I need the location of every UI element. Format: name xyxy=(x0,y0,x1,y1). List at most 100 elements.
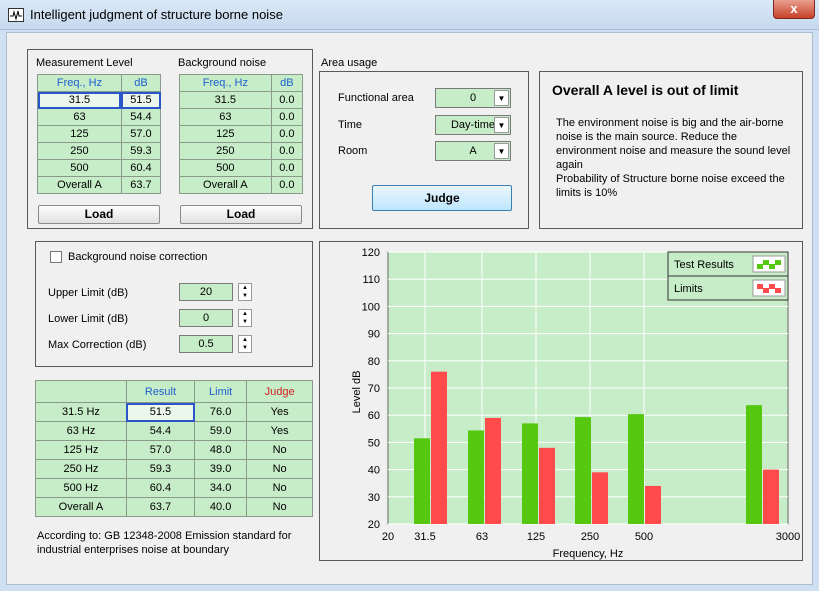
chart-panel: 20 30 40 50 60 70 80 90 100 110 120 20 31.5 63 125 250 5… xyxy=(319,241,803,561)
load-measurement-button[interactable]: Load xyxy=(38,205,160,224)
max-correction-input[interactable]: 0.5 ▲ ▼ xyxy=(179,335,252,353)
table-cell[interactable]: 63 Hz xyxy=(35,421,127,441)
measurement-table[interactable]: Freq., Hz dB 31.5 51.5 63 54.4 125 57.0 250 59.… xyxy=(37,74,162,194)
judge-button[interactable]: Judge xyxy=(372,185,512,211)
functional-area-select[interactable]: 0 ▼ xyxy=(435,88,511,108)
results-table[interactable]: Result Limit Judge 31.5 Hz 51.5 76.0 Yes 63 … xyxy=(35,380,313,517)
table-cell[interactable]: Overall A xyxy=(35,497,127,517)
time-select[interactable]: Day-time ▼ xyxy=(435,115,511,135)
table-cell[interactable]: No xyxy=(246,459,313,479)
window-client: Measurement Level Background noise Freq.… xyxy=(6,32,813,585)
table-cell[interactable]: 59.0 xyxy=(194,421,248,441)
table-cell[interactable]: 31.5 Hz xyxy=(35,402,127,422)
legend-test-mark xyxy=(769,264,775,269)
spin-arrows-icon[interactable]: ▲ ▼ xyxy=(238,309,252,327)
table-row[interactable]: 63 54.4 xyxy=(37,108,162,126)
upper-limit-input[interactable]: 20 ▲ ▼ xyxy=(179,283,252,301)
legend-limit-mark xyxy=(775,288,781,293)
table-row[interactable]: Overall A 0.0 xyxy=(179,176,304,194)
table-cell[interactable]: No xyxy=(246,497,313,517)
table-cell[interactable]: 60.4 xyxy=(120,159,162,177)
table-cell[interactable]: 76.0 xyxy=(194,402,248,422)
table-row[interactable]: 125 0.0 xyxy=(179,125,304,143)
table-cell[interactable]: 0.0 xyxy=(270,91,304,109)
table-row[interactable]: 31.5 51.5 xyxy=(37,91,162,109)
table-cell[interactable]: 39.0 xyxy=(194,459,248,479)
chevron-down-icon[interactable]: ▼ xyxy=(494,90,509,106)
table-cell[interactable]: 250 xyxy=(37,142,122,160)
table-cell[interactable]: 31.5 xyxy=(179,91,272,109)
table-cell[interactable]: 250 Hz xyxy=(35,459,127,479)
table-cell[interactable]: 250 xyxy=(179,142,272,160)
background-table[interactable]: Freq., Hz dB 31.5 0.0 63 0.0 125 0.0 250 0.0 500… xyxy=(179,74,304,194)
table-cell[interactable]: 0.0 xyxy=(270,125,304,143)
table-cell[interactable]: 0.0 xyxy=(270,176,304,194)
x-tick-label: 500 xyxy=(635,531,653,543)
table-row[interactable]: 63 0.0 xyxy=(179,108,304,126)
table-cell[interactable]: 40.0 xyxy=(194,497,248,517)
table-cell[interactable]: 59.3 xyxy=(120,142,162,160)
table-row[interactable]: 125 57.0 xyxy=(37,125,162,143)
table-cell[interactable]: 31.5 xyxy=(37,91,122,109)
lower-limit-input[interactable]: 0 ▲ ▼ xyxy=(179,309,252,327)
table-row[interactable]: 125 Hz 57.0 48.0 No xyxy=(35,440,313,460)
table-cell[interactable]: 54.4 xyxy=(125,421,196,441)
table-cell[interactable]: 51.5 xyxy=(125,402,196,422)
table-cell[interactable]: 51.5 xyxy=(120,91,162,109)
table-cell[interactable]: 125 Hz xyxy=(35,440,127,460)
y-tick-label: 90 xyxy=(368,329,380,341)
table-row[interactable]: 31.5 0.0 xyxy=(179,91,304,109)
chevron-down-icon[interactable]: ▼ xyxy=(494,117,509,133)
table-cell[interactable]: 34.0 xyxy=(194,478,248,498)
correction-checkbox[interactable] xyxy=(50,251,62,263)
table-cell[interactable]: 57.0 xyxy=(120,125,162,143)
table-cell[interactable]: Yes xyxy=(246,402,313,422)
table-cell[interactable]: 500 xyxy=(179,159,272,177)
table-row[interactable]: Overall A 63.7 40.0 No xyxy=(35,497,313,517)
table-cell[interactable]: 0.0 xyxy=(270,108,304,126)
table-cell[interactable]: 63 xyxy=(179,108,272,126)
table-row[interactable]: 500 60.4 xyxy=(37,159,162,177)
spin-arrows-icon[interactable]: ▲ ▼ xyxy=(238,283,252,301)
table-row[interactable]: 250 Hz 59.3 39.0 No xyxy=(35,459,313,479)
room-select[interactable]: A ▼ xyxy=(435,141,511,161)
table-cell[interactable]: 125 xyxy=(179,125,272,143)
load-background-button[interactable]: Load xyxy=(180,205,302,224)
table-row[interactable]: 500 Hz 60.4 34.0 No xyxy=(35,478,313,498)
table-cell[interactable]: 500 Hz xyxy=(35,478,127,498)
correction-group: Background noise correction Upper Limit … xyxy=(35,241,313,367)
results-header-judge: Judge xyxy=(246,380,313,403)
spin-arrows-icon[interactable]: ▲ ▼ xyxy=(238,335,252,353)
levels-group: Measurement Level Background noise Freq.… xyxy=(27,49,313,229)
table-cell[interactable]: 57.0 xyxy=(125,440,196,460)
table-cell[interactable]: 63.7 xyxy=(120,176,162,194)
table-cell[interactable]: 60.4 xyxy=(125,478,196,498)
table-cell[interactable]: 500 xyxy=(37,159,122,177)
table-cell[interactable]: No xyxy=(246,440,313,460)
table-cell[interactable]: Yes xyxy=(246,421,313,441)
table-cell[interactable]: No xyxy=(246,478,313,498)
table-cell[interactable]: Overall A xyxy=(179,176,272,194)
x-tick-label: 63 xyxy=(476,531,488,543)
table-cell[interactable]: 63 xyxy=(37,108,122,126)
table-row[interactable]: 250 59.3 xyxy=(37,142,162,160)
table-cell[interactable]: 125 xyxy=(37,125,122,143)
table-cell[interactable]: 63.7 xyxy=(125,497,196,517)
table-row[interactable]: 63 Hz 54.4 59.0 Yes xyxy=(35,421,313,441)
table-cell[interactable]: 0.0 xyxy=(270,159,304,177)
x-tick-label: 20 xyxy=(382,531,394,543)
max-correction-label: Max Correction (dB) xyxy=(48,339,147,351)
table-row[interactable]: 31.5 Hz 51.5 76.0 Yes xyxy=(35,402,313,422)
table-cell[interactable]: 48.0 xyxy=(194,440,248,460)
y-tick-label: 20 xyxy=(368,519,380,531)
table-row[interactable]: Overall A 63.7 xyxy=(37,176,162,194)
table-cell[interactable]: 0.0 xyxy=(270,142,304,160)
close-button[interactable]: x xyxy=(773,0,815,19)
table-row[interactable]: 250 0.0 xyxy=(179,142,304,160)
table-cell[interactable]: 54.4 xyxy=(120,108,162,126)
table-cell[interactable]: 59.3 xyxy=(125,459,196,479)
table-cell[interactable]: Overall A xyxy=(37,176,122,194)
chevron-down-icon[interactable]: ▼ xyxy=(494,143,509,159)
table-row[interactable]: 500 0.0 xyxy=(179,159,304,177)
limit-bar xyxy=(645,485,661,524)
